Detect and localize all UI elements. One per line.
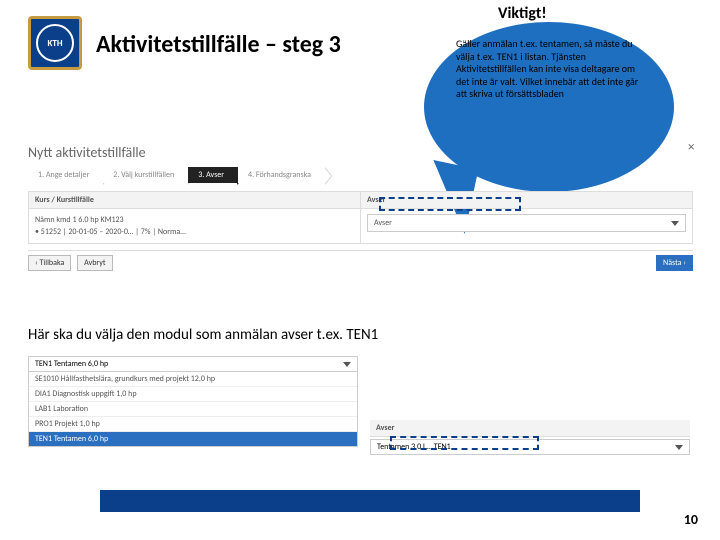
avser-select[interactable]: Avser bbox=[367, 214, 686, 232]
step-wizard: 1. Ange detaljer 2. Välj kurstillfällen … bbox=[28, 167, 693, 183]
col-course-header: Kurs / Kurstillfälle bbox=[29, 192, 360, 209]
next-button[interactable]: Nästa › bbox=[656, 255, 693, 271]
module-select-value: TEN1 Tentamen 6,0 hp bbox=[35, 359, 108, 369]
step-3[interactable]: 3. Avser bbox=[188, 167, 238, 183]
panel-title: Nytt aktivitetstillfälle bbox=[28, 144, 693, 161]
step-1[interactable]: 1. Ange detaljer bbox=[28, 167, 103, 183]
avser-mini-panel: Avser Tentamen 3,0 L… TEN1 bbox=[370, 420, 690, 455]
page-number: 10 bbox=[684, 511, 698, 528]
list-item-selected[interactable]: TEN1 Tentamen 6,0 hp bbox=[29, 431, 357, 446]
module-select[interactable]: TEN1 Tentamen 6,0 hp bbox=[28, 356, 358, 372]
list-item[interactable]: DIA1 Diagnostisk uppgift 1,0 hp bbox=[29, 386, 357, 401]
callout-label: Viktigt! bbox=[498, 4, 547, 23]
slide-title: Aktivitetstillfälle – steg 3 bbox=[96, 30, 341, 59]
module-dropdown: TEN1 Tentamen 6,0 hp SE1010 Hållfasthets… bbox=[28, 356, 358, 447]
instruction-text: Här ska du välja den modul som anmälan a… bbox=[28, 326, 378, 344]
avser-mini-value: Tentamen 3,0 L… TEN1 bbox=[377, 442, 451, 452]
kth-logo: KTH bbox=[28, 16, 82, 70]
cancel-button[interactable]: Avbryt bbox=[77, 255, 112, 271]
course-columns: Kurs / Kurstillfälle Nämn kmd 1 6.0 hp K… bbox=[28, 191, 693, 244]
avser-mini-header: Avser bbox=[370, 420, 690, 437]
course-line-1: Nämn kmd 1 6.0 hp KM123 bbox=[35, 214, 354, 226]
course-line-2: • 51252 | 20-01-05 – 2020-0… | 7% | Norm… bbox=[35, 226, 354, 238]
avser-select-value: Avser bbox=[374, 217, 392, 229]
step-2[interactable]: 2. Välj kurstillfällen bbox=[103, 167, 188, 183]
kth-logo-text: KTH bbox=[36, 24, 74, 62]
module-list: SE1010 Hållfasthetslära, grundkurs med p… bbox=[28, 372, 358, 447]
back-button[interactable]: ‹ Tillbaka bbox=[28, 255, 71, 271]
avser-mini-select[interactable]: Tentamen 3,0 L… TEN1 bbox=[370, 439, 690, 455]
chevron-down-icon bbox=[671, 221, 679, 226]
list-item[interactable]: LAB1 Laboration bbox=[29, 401, 357, 416]
wizard-buttons: ‹ Tillbaka Avbryt Nästa › bbox=[28, 255, 693, 271]
chevron-down-icon bbox=[675, 445, 683, 450]
step-4[interactable]: 4. Förhandsgranska bbox=[238, 167, 325, 183]
list-item[interactable]: SE1010 Hållfasthetslära, grundkurs med p… bbox=[29, 372, 357, 386]
chevron-down-icon bbox=[343, 362, 351, 367]
col-avser-header: Avser bbox=[361, 192, 692, 209]
callout-text: Gäller anmälan t.ex. tentamen, så måste … bbox=[456, 38, 646, 101]
activity-panel: Nytt aktivitetstillfälle 1. Ange detalje… bbox=[28, 144, 693, 271]
list-item[interactable]: PRO1 Projekt 1,0 hp bbox=[29, 416, 357, 431]
footer-bar bbox=[100, 490, 640, 512]
